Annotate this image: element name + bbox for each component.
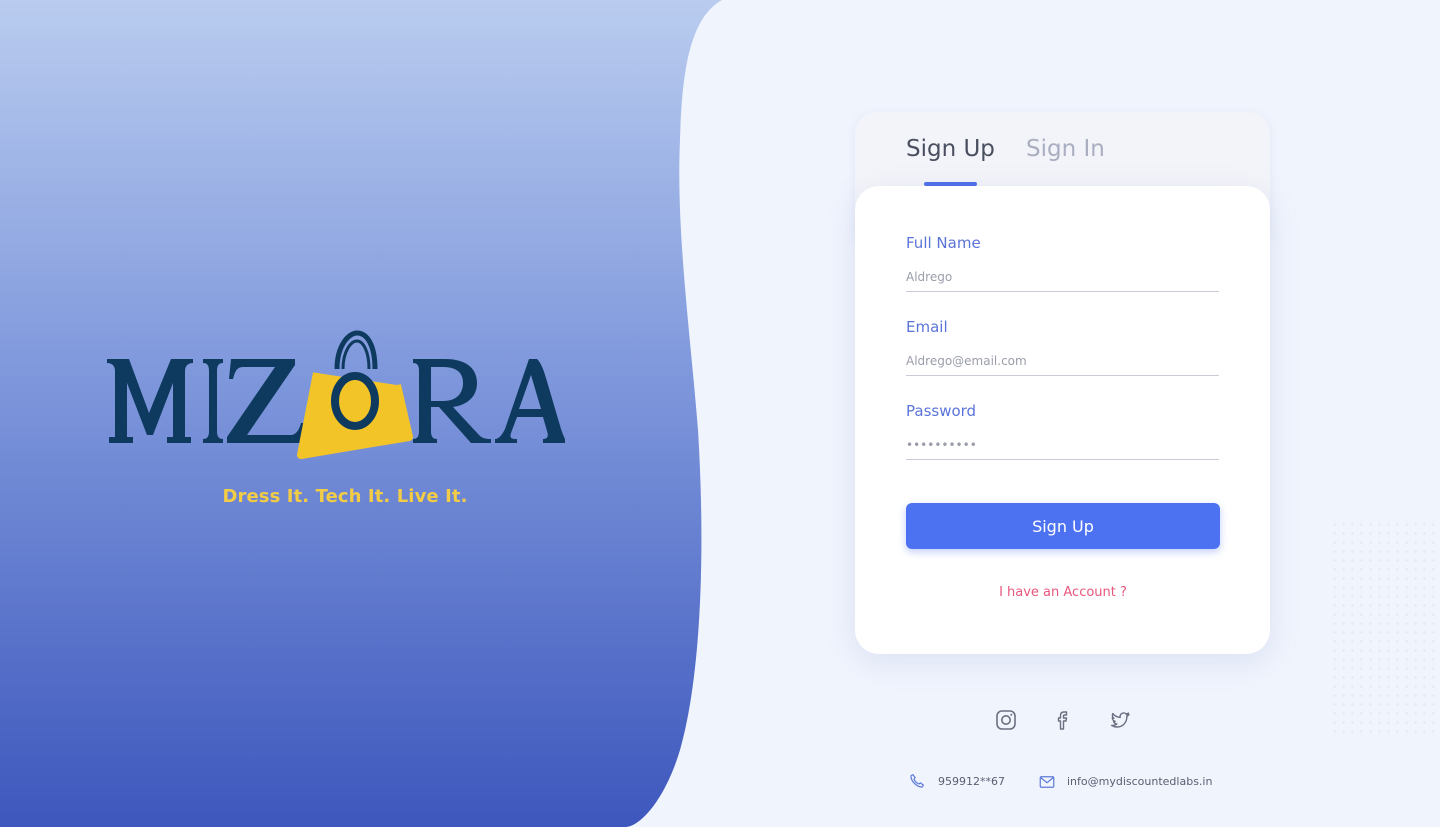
full-name-label: Full Name: [906, 234, 981, 252]
tab-sign-in[interactable]: Sign In: [1026, 136, 1105, 162]
facebook-icon[interactable]: [1050, 708, 1074, 732]
mail-icon: [1039, 776, 1055, 788]
decorative-dots: [1330, 520, 1440, 740]
tab-sign-up[interactable]: Sign Up: [906, 136, 995, 162]
password-field[interactable]: [906, 431, 1219, 460]
full-name-field[interactable]: [906, 263, 1219, 292]
password-label: Password: [906, 402, 977, 420]
brand-tagline: Dress It. Tech It. Live It.: [222, 486, 468, 507]
login-page: Dress It. Tech It. Live It. Sign Up Sign…: [0, 0, 1440, 827]
have-account-link[interactable]: I have an Account ?: [906, 585, 1220, 600]
email-field[interactable]: [906, 347, 1219, 376]
email-label: Email: [906, 318, 948, 336]
twitter-icon[interactable]: [1108, 708, 1132, 732]
contact-email[interactable]: info@mydiscountedlabs.in: [1067, 775, 1212, 788]
brand-logo: [107, 330, 565, 459]
contact-phone: 959912**67: [938, 775, 1005, 788]
instagram-icon[interactable]: [994, 708, 1018, 732]
brand-panel: Dress It. Tech It. Live It.: [0, 0, 740, 827]
phone-icon: [910, 774, 924, 788]
bag-o-mark: [297, 330, 413, 459]
sign-up-button[interactable]: Sign Up: [906, 503, 1220, 549]
sign-up-form-card: [855, 186, 1270, 654]
